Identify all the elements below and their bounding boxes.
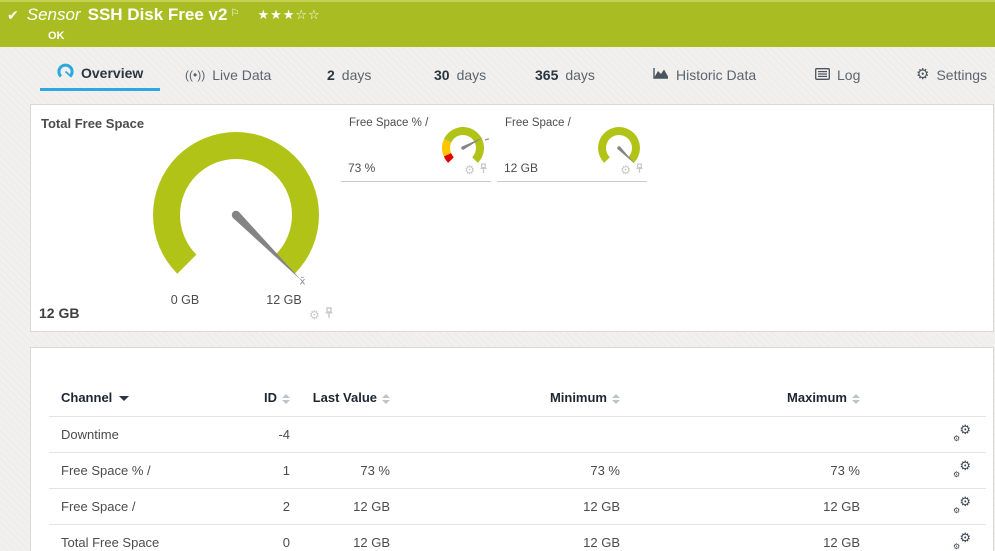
tab-settings-label: Settings	[936, 67, 987, 83]
channel-minimum: 12 GB	[391, 489, 621, 525]
gauges-panel: Total Free Space x̄ 0 GB 12 GB 12 GB ⚙ F…	[30, 104, 994, 332]
channel-name: Downtime	[49, 417, 251, 453]
column-header-id-label: ID	[264, 390, 277, 405]
tile-gear-icon[interactable]: ⚙	[620, 164, 631, 176]
tile-pin-icon[interactable]	[635, 161, 644, 179]
tab-live-data-label: Live Data	[212, 67, 271, 83]
gear-icon: ⚙	[916, 67, 929, 82]
channel-id: -4	[251, 417, 291, 453]
edit-channel-gears-icon[interactable]: ⚙⚙	[953, 426, 971, 441]
channel-minimum	[391, 417, 621, 453]
edit-channel-gears-icon[interactable]: ⚙⚙	[953, 462, 971, 477]
area-chart-icon	[653, 67, 669, 83]
tab-30-days[interactable]: 30 days	[434, 58, 486, 91]
gauge-title: Free Space /	[505, 117, 571, 129]
stars-empty: ☆☆	[295, 7, 320, 22]
object-kind-label: Sensor	[27, 5, 81, 25]
tab-overview-label: Overview	[81, 65, 143, 81]
tile-pin-icon[interactable]	[479, 161, 488, 179]
channel-maximum	[621, 417, 861, 453]
tab-log[interactable]: Log	[815, 58, 860, 91]
gauge-title: Free Space % /	[349, 117, 428, 129]
tab-2-days-label: days	[342, 67, 372, 83]
tab-historic-data[interactable]: Historic Data	[653, 58, 756, 91]
channel-last-value: 12 GB	[291, 489, 391, 525]
edit-channel-gears-icon[interactable]: ⚙⚙	[953, 498, 971, 513]
log-icon	[815, 67, 830, 83]
channels-panel: Channel ID Last Value Minimum Maximum	[30, 347, 994, 551]
free-space-tile[interactable]: Free Space / 12 GB ⚙	[497, 113, 647, 182]
gauge-icon	[57, 63, 74, 83]
column-header-maximum-label: Maximum	[787, 390, 847, 405]
tab-2-days-number: 2	[327, 67, 335, 83]
tile-gear-icon[interactable]: ⚙	[309, 309, 320, 321]
total-free-space-gauge: x̄	[146, 119, 326, 291]
tab-365-days[interactable]: 365 days	[535, 58, 595, 91]
table-row[interactable]: Downtime -4 ⚙⚙	[49, 417, 986, 453]
status-badge: OK	[48, 30, 65, 42]
channel-id: 1	[251, 453, 291, 489]
column-header-id[interactable]: ID	[251, 379, 291, 417]
table-row[interactable]: Free Space % / 1 73 % 73 % 73 % ⚙⚙	[49, 453, 986, 489]
tab-live-data[interactable]: ((•)) Live Data	[185, 58, 271, 91]
sort-icon	[382, 394, 390, 404]
sensor-status-banner: ✔ Sensor SSH Disk Free v2 ⚐ ★★★☆☆ OK	[0, 0, 995, 47]
tab-settings[interactable]: ⚙ Settings	[916, 58, 987, 91]
column-header-minimum[interactable]: Minimum	[391, 379, 621, 417]
gauge-max-label: 12 GB	[266, 293, 301, 307]
column-header-last-value-label: Last Value	[313, 390, 377, 405]
tab-log-label: Log	[837, 67, 860, 83]
gauge-current-value: 12 GB	[504, 161, 538, 175]
tab-2-days[interactable]: 2 days	[327, 58, 371, 91]
ok-check-icon: ✔	[7, 7, 19, 24]
channel-id: 0	[251, 525, 291, 551]
gauge-min-label: 0 GB	[171, 293, 200, 307]
channel-maximum: 73 %	[621, 453, 861, 489]
tab-30-days-number: 30	[434, 67, 450, 83]
column-header-last-value[interactable]: Last Value	[291, 379, 391, 417]
tile-pin-icon[interactable]	[324, 306, 334, 324]
channel-minimum: 12 GB	[391, 525, 621, 551]
tab-365-days-label: days	[565, 67, 595, 83]
stars-filled: ★★★	[257, 7, 295, 22]
sort-icon	[612, 394, 620, 404]
channel-id: 2	[251, 489, 291, 525]
channels-table: Channel ID Last Value Minimum Maximum	[49, 379, 986, 551]
channel-last-value: 12 GB	[291, 525, 391, 551]
gauge-title: Total Free Space	[41, 116, 144, 131]
channel-last-value	[291, 417, 391, 453]
sort-icon	[852, 394, 860, 404]
channel-minimum: 73 %	[391, 453, 621, 489]
sensor-title: SSH Disk Free v2	[88, 5, 228, 25]
tile-gear-icon[interactable]: ⚙	[464, 164, 475, 176]
svg-text:x̄: x̄	[300, 276, 306, 287]
tab-365-days-number: 365	[535, 67, 558, 83]
sort-icon	[282, 394, 290, 404]
tab-30-days-label: days	[457, 67, 487, 83]
column-header-channel-label: Channel	[61, 390, 112, 405]
channel-name: Total Free Space	[49, 525, 251, 551]
table-row[interactable]: Total Free Space 0 12 GB 12 GB 12 GB ⚙⚙	[49, 525, 986, 551]
gauge-current-value: 12 GB	[39, 305, 79, 321]
free-space-pct-tile[interactable]: Free Space % / 73 % ⚙	[341, 113, 491, 182]
column-header-maximum[interactable]: Maximum	[621, 379, 861, 417]
total-free-space-tile[interactable]: Total Free Space x̄ 0 GB 12 GB 12 GB ⚙	[31, 105, 339, 331]
column-header-channel[interactable]: Channel	[49, 379, 251, 417]
edit-channel-gears-icon[interactable]: ⚙⚙	[953, 534, 971, 549]
tab-historic-data-label: Historic Data	[676, 67, 756, 83]
priority-stars[interactable]: ★★★☆☆	[257, 7, 320, 23]
table-row[interactable]: Free Space / 2 12 GB 12 GB 12 GB ⚙⚙	[49, 489, 986, 525]
flag-icon[interactable]: ⚐	[230, 8, 239, 19]
channel-maximum: 12 GB	[621, 525, 861, 551]
sort-desc-icon	[119, 396, 129, 401]
channel-name: Free Space /	[49, 489, 251, 525]
broadcast-icon: ((•))	[185, 68, 205, 82]
channel-maximum: 12 GB	[621, 489, 861, 525]
channel-name: Free Space % /	[49, 453, 251, 489]
channel-last-value: 73 %	[291, 453, 391, 489]
column-header-minimum-label: Minimum	[550, 390, 607, 405]
gauge-current-value: 73 %	[348, 161, 375, 175]
tab-overview[interactable]: Overview	[40, 58, 160, 91]
